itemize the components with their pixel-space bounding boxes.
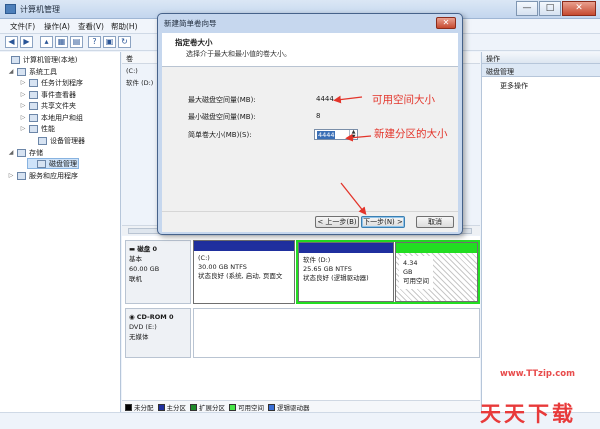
disk-icon: ▬ (129, 245, 138, 253)
partition-c[interactable]: (C:) 30.00 GB NTFS 状态良好 (系统, 启动, 页面文 (193, 240, 295, 304)
minimize-button[interactable]: — (516, 1, 538, 16)
dialog-close-icon[interactable]: ✕ (436, 17, 456, 29)
tree-item-system-tools[interactable]: ◢ 系统工具 (8, 66, 57, 77)
wizard-footer: < 上一步(B) 下一步(N) > 取消 (162, 211, 458, 232)
next-button[interactable]: 下一步(N) > (361, 216, 405, 228)
refresh-icon[interactable]: ↻ (118, 36, 131, 48)
wizard-heading: 指定卷大小 (175, 38, 213, 47)
chevron-right-icon[interactable]: ▷ (20, 125, 26, 132)
chevron-down-icon[interactable]: ◢ (8, 68, 14, 75)
watermark-site: www.TTzip.com (500, 369, 575, 379)
users-icon (29, 113, 38, 122)
max-space-value: 4444 (316, 95, 334, 103)
chevron-right-icon[interactable]: ▷ (20, 79, 26, 86)
details-icon[interactable]: ▣ (103, 36, 116, 48)
cancel-button[interactable]: 取消 (416, 216, 454, 228)
volume-size-input[interactable]: 4444 (317, 131, 335, 139)
device-manager-icon (38, 136, 47, 145)
tree-item-task-scheduler[interactable]: ▷ 任务计划程序 (20, 77, 83, 88)
chevron-right-icon[interactable]: ▷ (8, 172, 14, 179)
tree-item-device-manager[interactable]: 设备管理器 (29, 135, 85, 146)
watermark-text: 天天下载 (480, 401, 576, 426)
forward-arrow-icon[interactable]: ▶ (20, 36, 33, 48)
column-volume[interactable]: 卷 (126, 54, 133, 64)
menu-action[interactable]: 操作(A) (44, 21, 70, 32)
min-space-value: 8 (316, 112, 321, 120)
chevron-right-icon[interactable]: ▷ (20, 102, 26, 109)
computer-icon (11, 55, 20, 64)
disk-graphical-view: ▬ 磁盘 0 基本 60.00 GB 联机 (C:) 30.00 GB NTFS… (122, 236, 480, 400)
help-icon[interactable]: ? (88, 36, 101, 48)
tree-item-services-apps[interactable]: ▷ 服务和应用程序 (8, 170, 78, 181)
legend-free-space: 可用空间 (229, 402, 264, 412)
volume-row-c[interactable]: (C:) (126, 67, 138, 75)
menu-view[interactable]: 查看(V) (78, 21, 104, 32)
cdrom-icon: ◉ (129, 313, 137, 321)
volume-size-label: 简单卷大小(MB)(S): (188, 131, 252, 139)
cdrom-0-label[interactable]: ◉ CD-ROM 0 DVD (E:) 无媒体 (125, 308, 191, 358)
disk-management-icon (37, 159, 46, 168)
volume-size-stepper[interactable]: 4444 ▲ ▼ (314, 129, 358, 140)
max-space-label: 最大磁盘空间量(MB): (188, 96, 256, 104)
new-simple-volume-wizard: 新建简单卷向导 ✕ 指定卷大小 选择介于最大和最小值的卷大小。 最大磁盘空间量(… (157, 13, 463, 235)
partition-d[interactable]: 软件 (D:) 25.65 GB NTFS 状态良好 (逻辑驱动器) (298, 242, 394, 302)
up-folder-icon[interactable]: ▴ (40, 36, 53, 48)
tools-icon (17, 67, 26, 76)
volume-row-d[interactable]: 软件 (D:) (126, 77, 153, 87)
chevron-right-icon[interactable]: ▷ (20, 91, 26, 98)
actions-disk-management[interactable]: 磁盘管理 (482, 64, 600, 77)
wizard-subheading: 选择介于最大和最小值的卷大小。 (186, 50, 291, 58)
disk-0-label[interactable]: ▬ 磁盘 0 基本 60.00 GB 联机 (125, 240, 191, 304)
min-space-label: 最小磁盘空间量(MB): (188, 113, 256, 121)
wizard-header: 指定卷大小 选择介于最大和最小值的卷大小。 (162, 33, 458, 67)
tree-item-disk-management[interactable]: 磁盘管理 (27, 158, 79, 169)
tree-item-computer-management[interactable]: 计算机管理(本地) (2, 54, 77, 65)
tree-item-local-users[interactable]: ▷ 本地用户和组 (20, 112, 83, 123)
actions-header: 操作 (482, 52, 600, 64)
shared-folder-icon (29, 101, 38, 110)
partition-free-space[interactable]: 4.34 GB 可用空间 (395, 242, 478, 302)
legend-extended: 扩展分区 (190, 402, 225, 412)
maximize-button[interactable]: □ (539, 1, 561, 16)
legend-unallocated: 未分配 (125, 402, 154, 412)
console-tree-icon[interactable]: ▦ (55, 36, 68, 48)
computer-management-icon (5, 4, 16, 14)
dialog-title: 新建简单卷向导 (164, 19, 217, 28)
chevron-right-icon[interactable]: ▷ (20, 114, 26, 121)
clock-icon (29, 78, 38, 87)
event-log-icon (29, 90, 38, 99)
properties-icon[interactable]: ▤ (70, 36, 83, 48)
menu-file[interactable]: 文件(F) (10, 21, 35, 32)
actions-pane: 操作 磁盘管理 更多操作 (481, 52, 600, 412)
chevron-down-icon[interactable]: ◢ (8, 149, 14, 156)
services-icon (17, 171, 26, 180)
legend-logical: 逻辑驱动器 (268, 402, 310, 412)
back-arrow-icon[interactable]: ◀ (5, 36, 18, 48)
legend-primary: 主分区 (157, 402, 186, 412)
spin-arrows-icon[interactable]: ▲ ▼ (349, 130, 357, 139)
cdrom-empty-area (193, 308, 480, 358)
close-button[interactable]: ✕ (562, 1, 596, 16)
disk-legend: 未分配 主分区 扩展分区 可用空间 逻辑驱动器 (122, 400, 480, 412)
navigation-tree: 计算机管理(本地) ◢ 系统工具 ▷ 任务计划程序 ▷ 事件查看器 ▷ 共享文件… (0, 52, 121, 412)
performance-icon (29, 124, 38, 133)
annotation-new-partition-size: 新建分区的大小 (374, 128, 448, 140)
tree-item-storage[interactable]: ◢ 存储 (8, 147, 43, 158)
tree-item-event-viewer[interactable]: ▷ 事件查看器 (20, 89, 76, 100)
menu-help[interactable]: 帮助(H) (111, 21, 138, 32)
storage-icon (17, 148, 26, 157)
tree-item-shared-folders[interactable]: ▷ 共享文件夹 (20, 100, 76, 111)
window-title: 计算机管理 (20, 5, 60, 14)
tree-item-performance[interactable]: ▷ 性能 (20, 123, 55, 134)
annotation-available-space: 可用空间大小 (372, 94, 435, 106)
back-button[interactable]: < 上一步(B) (315, 216, 359, 228)
more-actions-link[interactable]: 更多操作 (482, 77, 600, 95)
